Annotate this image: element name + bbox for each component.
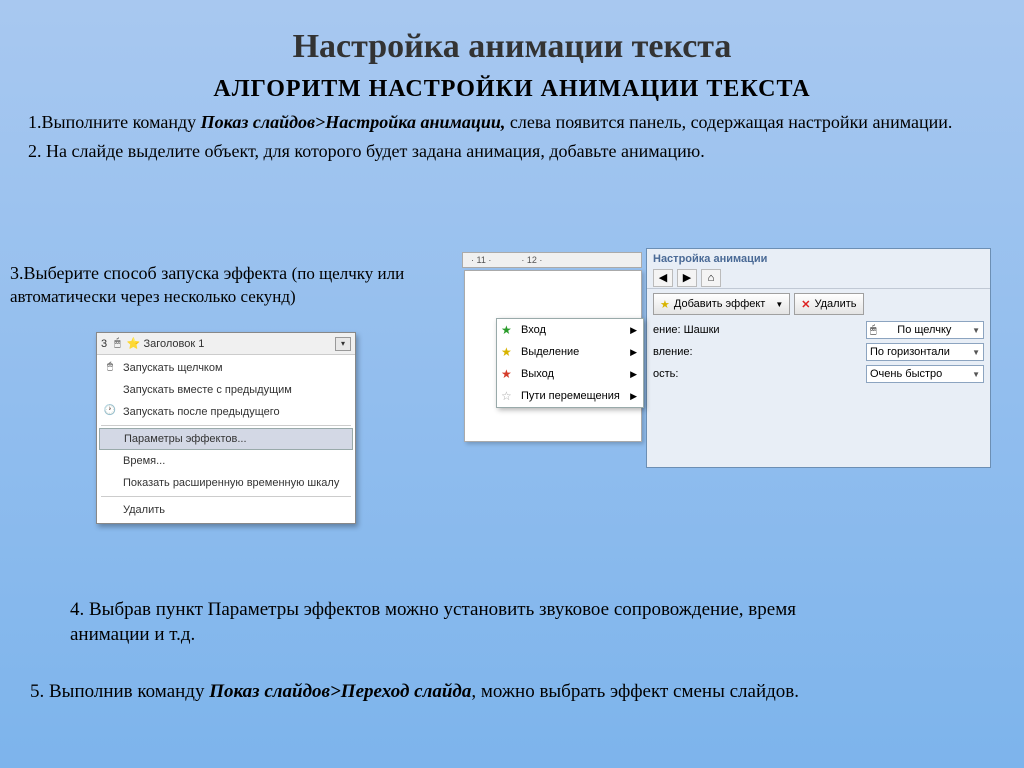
effect-item-header[interactable]: 3 🖱 ⭐ Заголовок 1 ▾: [97, 333, 355, 355]
menu-effect-options[interactable]: Параметры эффектов...: [99, 428, 353, 450]
star-icon: ★: [501, 367, 512, 381]
star-icon: ☆: [501, 389, 512, 403]
effect-context-menu: 🖱Запускать щелчком Запускать вместе с пр…: [97, 355, 355, 523]
mouse-icon: 🖱: [114, 337, 121, 350]
add-effect-flyout: ★Вход▶ ★Выделение▶ ★Выход▶ ☆Пути перемещ…: [496, 318, 644, 408]
step-5: 5. Выполнив команду Показ слайдов>Перехо…: [30, 680, 930, 705]
flyout-entrance[interactable]: ★Вход▶: [497, 319, 643, 341]
star-icon: ⭐: [127, 337, 141, 350]
menu-show-timeline[interactable]: Показать расширенную временную шкалу: [99, 472, 353, 494]
algorithm-title: АЛГОРИТМ НАСТРОЙКИ АНИМАЦИИ ТЕКСТА: [0, 76, 1024, 103]
step-3: 3.Выберите способ запуска эффекта (по ще…: [10, 262, 430, 309]
step-2: 2. На слайде выделите объект, для которо…: [28, 140, 996, 163]
animation-pane-screenshot: · 11 · · 12 · Настройка анимации ◀ ▶ ⌂ ★…: [462, 248, 992, 468]
label: ость:: [653, 368, 678, 380]
start-select[interactable]: 🖱 По щелчку▼: [866, 321, 984, 339]
star-icon: ★: [501, 345, 512, 359]
chevron-down-icon: ▼: [775, 300, 783, 309]
nav-back-icon[interactable]: ◀: [653, 269, 673, 287]
star-icon: ★: [501, 323, 512, 337]
menu-start-with-previous[interactable]: Запускать вместе с предыдущим: [99, 379, 353, 401]
clock-icon: 🕐: [103, 405, 117, 419]
speed-select[interactable]: Очень быстро▼: [866, 365, 984, 383]
remove-button[interactable]: ✕ Удалить: [794, 293, 863, 315]
add-effect-button[interactable]: ★ Добавить эффект ▼: [653, 293, 790, 315]
nav-forward-icon[interactable]: ▶: [677, 269, 697, 287]
menu-start-on-click[interactable]: 🖱Запускать щелчком: [99, 357, 353, 379]
menu-delete[interactable]: Удалить: [99, 499, 353, 521]
flyout-motion-paths[interactable]: ☆Пути перемещения▶: [497, 385, 643, 407]
home-icon[interactable]: ⌂: [701, 269, 721, 287]
step-4: 4. Выбрав пункт Параметры эффектов можно…: [70, 598, 850, 647]
slide-title: Настройка анимации текста: [0, 0, 1024, 66]
menu-start-after-previous[interactable]: 🕐Запускать после предыдущего: [99, 401, 353, 423]
flyout-emphasis[interactable]: ★Выделение▶: [497, 341, 643, 363]
ruler: · 11 · · 12 ·: [462, 252, 642, 268]
direction-select[interactable]: По горизонтали▼: [866, 343, 984, 361]
star-icon: ★: [660, 298, 670, 311]
menu-timing[interactable]: Время...: [99, 450, 353, 472]
mouse-icon: 🖱: [103, 361, 117, 375]
flyout-exit[interactable]: ★Выход▶: [497, 363, 643, 385]
label: вление:: [653, 346, 693, 358]
remove-x-icon: ✕: [801, 298, 810, 311]
chevron-down-icon[interactable]: ▾: [335, 337, 351, 351]
animation-settings-pane: Настройка анимации ◀ ▶ ⌂ ★ Добавить эффе…: [646, 248, 991, 468]
step-1: 1.Выполните команду Показ слайдов>Настро…: [28, 111, 996, 134]
label: ение: Шашки: [653, 324, 720, 336]
pane-title: Настройка анимации: [647, 249, 990, 267]
effect-dropdown-screenshot: 3 🖱 ⭐ Заголовок 1 ▾ 🖱Запускать щелчком З…: [96, 332, 356, 524]
